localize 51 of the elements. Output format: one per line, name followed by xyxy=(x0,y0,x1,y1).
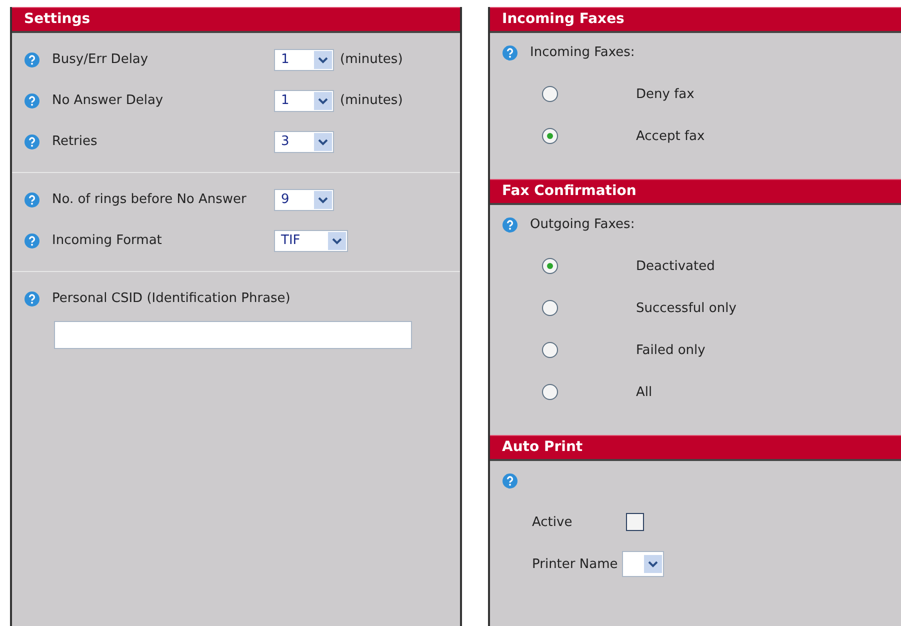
radio-button[interactable] xyxy=(542,128,558,144)
dropdown[interactable]: 1 xyxy=(274,48,334,70)
chevron-down-icon xyxy=(318,138,328,146)
dropdown[interactable] xyxy=(622,551,664,577)
help-icon[interactable] xyxy=(24,134,40,150)
section-header: Incoming Faxes xyxy=(490,7,901,33)
option-label: Accept fax xyxy=(636,128,705,144)
unit-label: (minutes) xyxy=(340,93,403,108)
option-label: Deny fax xyxy=(636,86,694,102)
chevron-down-icon xyxy=(318,196,328,204)
help-icon[interactable] xyxy=(502,45,518,61)
help-icon[interactable] xyxy=(24,52,40,68)
help-icon[interactable] xyxy=(24,232,40,248)
option-label: Deactivated xyxy=(636,258,715,274)
field-label: Busy/Err Delay xyxy=(52,52,150,68)
help-icon[interactable] xyxy=(24,290,40,306)
option-label: Failed only xyxy=(636,342,706,358)
dropdown[interactable]: 9 xyxy=(274,188,334,210)
section-header: Fax Confirmation xyxy=(490,179,901,205)
field-label: Incoming Format xyxy=(52,232,163,248)
field-label: Retries xyxy=(52,134,98,150)
chevron-down-icon xyxy=(318,56,328,64)
radio-button[interactable] xyxy=(542,300,558,316)
help-icon[interactable] xyxy=(502,217,518,233)
group-label: Incoming Faxes: xyxy=(530,45,636,61)
chevron-down-icon xyxy=(332,236,342,244)
field-label: No. of rings before No Answer xyxy=(52,192,248,208)
field-label: Printer Name xyxy=(532,556,618,572)
checkbox[interactable] xyxy=(626,513,644,531)
field-label: Personal CSID (Identification Phrase) xyxy=(52,290,290,306)
radio-button[interactable] xyxy=(542,342,558,358)
chevron-down-icon xyxy=(648,560,658,568)
section-header: Settings xyxy=(12,7,460,33)
option-label: All xyxy=(636,384,652,400)
help-icon[interactable] xyxy=(502,473,518,489)
dropdown[interactable]: 3 xyxy=(274,130,334,152)
radio-button[interactable] xyxy=(542,258,558,274)
dropdown[interactable]: 1 xyxy=(274,90,334,112)
unit-label: (minutes) xyxy=(340,52,403,67)
section-header: Auto Print xyxy=(490,435,901,461)
radio-button[interactable] xyxy=(542,86,558,102)
group-label: Outgoing Faxes: xyxy=(530,217,636,233)
radio-button[interactable] xyxy=(542,384,558,400)
dropdown[interactable]: TIF xyxy=(274,230,348,252)
help-icon[interactable] xyxy=(24,192,40,208)
help-icon[interactable] xyxy=(24,92,40,108)
field-label: No Answer Delay xyxy=(52,92,164,108)
option-label: Successful only xyxy=(636,300,736,316)
field-label: Active xyxy=(532,514,574,530)
chevron-down-icon xyxy=(318,96,328,104)
input-field[interactable] xyxy=(54,321,412,349)
